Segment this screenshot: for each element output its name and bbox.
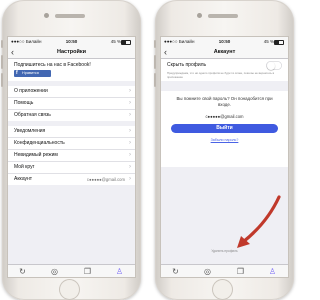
profile-icon[interactable]: ♙	[115, 267, 124, 276]
tab-bar: ↻ ◎ ❐ ♙	[161, 264, 288, 277]
battery-percent: 45 %	[110, 39, 121, 44]
volume-down-button	[1, 73, 3, 87]
mute-switch	[1, 40, 3, 48]
volume-down-button	[154, 73, 156, 87]
settings-item-label: Уведомления	[14, 128, 46, 134]
settings-item-help[interactable]: Помощь ›	[8, 98, 135, 110]
settings-item-label: Мой круг	[14, 164, 35, 170]
settings-item-account[interactable]: Аккаунт c●●●●●@gmail.com ›	[8, 174, 135, 185]
mute-switch	[154, 40, 156, 48]
battery-icon	[121, 39, 131, 45]
facebook-promo: Подпишитесь на нас в Facebook! f Нравитс…	[8, 59, 135, 81]
earpiece-speaker	[55, 14, 85, 18]
settings-item-about[interactable]: О приложении ›	[8, 86, 135, 98]
settings-item-notifications[interactable]: Уведомления ›	[8, 126, 135, 138]
settings-item-my-circle[interactable]: Мой круг ›	[8, 162, 135, 174]
earpiece-speaker	[208, 14, 238, 18]
home-button[interactable]	[212, 279, 233, 300]
refresh-icon[interactable]: ↻	[18, 267, 27, 276]
status-bar: ●●●○○ Билайн 10:50 45 %	[8, 37, 135, 46]
home-button[interactable]	[59, 279, 80, 300]
settings-item-label: Конфиденциальность	[14, 140, 65, 146]
settings-item-privacy[interactable]: Конфиденциальность ›	[8, 138, 135, 150]
facebook-like-label: Нравится	[22, 71, 39, 75]
settings-screen: ●●●○○ Билайн 10:50 45 % ‹ Настройки Подп…	[8, 37, 135, 277]
facebook-like-button[interactable]: f Нравится	[14, 70, 51, 77]
globe-icon[interactable]: ◎	[203, 267, 212, 276]
page-title: Настройки	[56, 49, 87, 55]
profile-icon[interactable]: ♙	[268, 267, 277, 276]
settings-item-invisible-mode[interactable]: Невидимый режим ›	[8, 150, 135, 162]
account-screen: ●●●○○ Билайн 10:50 45 % ‹ Аккаунт Скрыть…	[161, 37, 288, 277]
refresh-icon[interactable]: ↻	[171, 267, 180, 276]
chevron-right-icon: ›	[129, 152, 131, 158]
chevron-right-icon: ›	[129, 140, 131, 146]
account-email-value: c●●●●●@gmail.com	[86, 177, 125, 182]
settings-item-label: Невидимый режим	[14, 152, 58, 158]
chevron-right-icon: ›	[129, 128, 131, 134]
chat-icon[interactable]: ❐	[83, 267, 92, 276]
annotation-arrow-icon	[237, 195, 281, 248]
settings-group-account: Уведомления › Конфиденциальность › Невид…	[8, 126, 135, 185]
volume-up-button	[1, 55, 3, 69]
chevron-right-icon: ›	[129, 112, 131, 118]
settings-item-label: Обратная связь	[14, 112, 51, 118]
phone-right: ●●●○○ Билайн 10:50 45 % ‹ Аккаунт Скрыть…	[154, 0, 294, 300]
chat-icon[interactable]: ❐	[236, 267, 245, 276]
volume-up-button	[154, 55, 156, 69]
facebook-promo-text: Подпишитесь на нас в Facebook!	[14, 62, 91, 68]
phone-left: ●●●○○ Билайн 10:50 45 % ‹ Настройки Подп…	[1, 0, 141, 300]
settings-item-label: Помощь	[14, 100, 34, 106]
settings-item-feedback[interactable]: Обратная связь ›	[8, 110, 135, 121]
chevron-right-icon: ›	[129, 164, 131, 170]
settings-item-label: Аккаунт	[14, 176, 33, 182]
navigation-bar: ‹ Настройки	[8, 46, 135, 59]
chevron-right-icon: ›	[129, 100, 131, 106]
settings-group-info: О приложении › Помощь › Обратная связь ›	[8, 86, 135, 121]
front-camera	[197, 13, 202, 18]
chevron-right-icon: ›	[129, 176, 131, 182]
front-camera	[44, 13, 49, 18]
chevron-right-icon: ›	[129, 88, 131, 94]
settings-item-label: О приложении	[14, 88, 48, 94]
facebook-icon: f	[16, 70, 18, 76]
tab-bar: ↻ ◎ ❐ ♙	[8, 264, 135, 277]
globe-icon[interactable]: ◎	[50, 267, 59, 276]
